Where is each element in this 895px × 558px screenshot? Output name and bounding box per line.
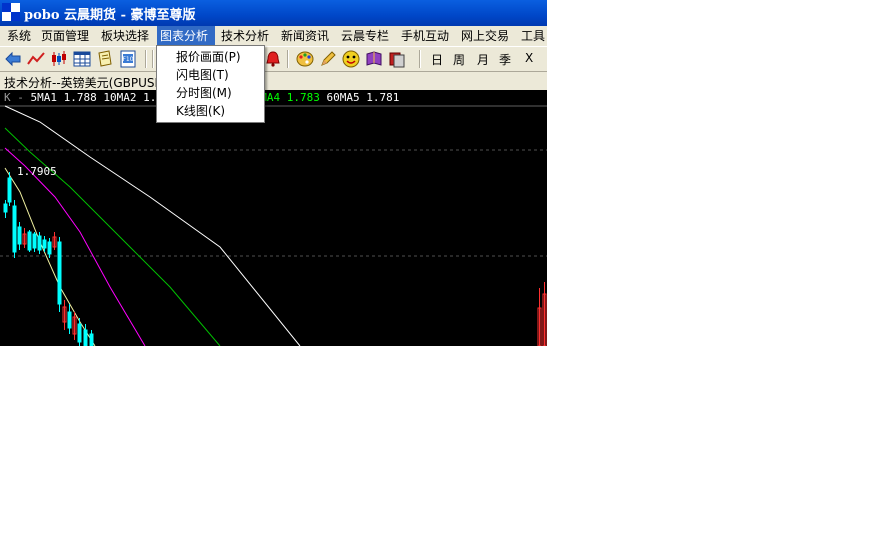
- kline-chart-panel[interactable]: 技术分析--英镑美元(GBPUSD K - 5MA1 1.788 10MA2 1…: [0, 72, 547, 346]
- dropdown-item-flash[interactable]: 闪电图(T): [176, 66, 229, 84]
- app-window: pobo 云晨期货 - 豪博至尊版 系统 页面管理 板块选择 图表分析 技术分析…: [0, 0, 547, 346]
- chart-grid: [0, 105, 547, 257]
- stack-icon[interactable]: [388, 50, 406, 68]
- toolbar-separator: [419, 50, 421, 68]
- window-title: pobo 云晨期货 - 豪博至尊版: [24, 8, 196, 23]
- menu-mobile[interactable]: 手机互动: [398, 26, 452, 46]
- menu-tech-analysis[interactable]: 技术分析: [218, 26, 272, 46]
- back-arrow-icon[interactable]: [4, 50, 22, 68]
- candle-body: [37, 235, 42, 251]
- menu-chart-analysis[interactable]: 图表分析: [157, 26, 215, 46]
- ma-item-1-value: 1.788: [63, 91, 97, 104]
- candle-body: [32, 233, 37, 249]
- ma-item-4-value: 1.783: [286, 91, 320, 104]
- dropdown-item-kline[interactable]: K线图(K): [176, 102, 225, 120]
- menu-news[interactable]: 新闻资讯: [278, 26, 332, 46]
- period-season-button[interactable]: 季: [499, 51, 511, 68]
- ma-item-5-label: 60MA5: [326, 91, 360, 104]
- period-day-button[interactable]: 日: [431, 51, 443, 68]
- dropdown-item-timeshare[interactable]: 分时图(M): [176, 84, 232, 102]
- candlesticks: [3, 172, 547, 346]
- menu-tools[interactable]: 工具: [518, 26, 547, 46]
- pencil-icon[interactable]: [319, 50, 337, 68]
- kline-chart[interactable]: [0, 72, 547, 346]
- ma-item-2-label: 10MA2: [103, 91, 137, 104]
- book-icon[interactable]: [365, 50, 383, 68]
- candlestick-icon[interactable]: [50, 50, 68, 68]
- candle-body: [42, 239, 47, 249]
- palette-icon[interactable]: [296, 50, 314, 68]
- candle-body: [27, 231, 32, 251]
- candle-body: [17, 226, 22, 245]
- title-bar[interactable]: pobo 云晨期货 - 豪博至尊版: [0, 0, 547, 26]
- close-chart-button[interactable]: X: [525, 51, 533, 65]
- candle-body: [67, 311, 72, 329]
- candle-body: [57, 241, 62, 305]
- ma-line-green: [4, 127, 221, 346]
- chart-title: 技术分析--英镑美元(GBPUSD: [4, 76, 164, 90]
- app-logo-icon: [2, 3, 20, 21]
- toolbar: F10 日 周 月 季 X: [0, 46, 547, 72]
- candle-body: [12, 205, 17, 253]
- ma-line-white: [4, 105, 301, 346]
- candle-body: [83, 329, 88, 346]
- ma-item-5-value: 1.781: [366, 91, 400, 104]
- toolbar-separator: [152, 50, 154, 68]
- alarm-bell-icon[interactable]: [264, 50, 282, 68]
- toolbar-separator: [145, 50, 147, 68]
- candle-body: [3, 203, 8, 213]
- ma-item-1-label: 5MA1: [30, 91, 58, 104]
- dropdown-item-quote[interactable]: 报价画面(P): [176, 48, 241, 66]
- menu-bar: 系统 页面管理 板块选择 图表分析 技术分析 新闻资讯 云晨专栏 手机互动 网上…: [0, 26, 547, 46]
- candle-body: [47, 241, 52, 255]
- notepad-icon[interactable]: [96, 50, 114, 68]
- document-icon[interactable]: F10: [119, 50, 137, 68]
- ma-lines: [4, 105, 301, 346]
- period-month-button[interactable]: 月: [477, 51, 489, 68]
- face-icon[interactable]: [342, 50, 360, 68]
- candle-body: [89, 333, 94, 346]
- line-chart-icon[interactable]: [27, 50, 45, 68]
- menu-page-manage[interactable]: 页面管理: [38, 26, 92, 46]
- menu-sector-select[interactable]: 板块选择: [98, 26, 152, 46]
- ma-prefix: K -: [4, 91, 31, 104]
- menu-column[interactable]: 云晨专栏: [338, 26, 392, 46]
- chart-analysis-dropdown: 报价画面(P) 闪电图(T) 分时图(M) K线图(K): [156, 45, 265, 123]
- chart-header: 技术分析--英镑美元(GBPUSD: [0, 72, 547, 90]
- svg-text:F10: F10: [122, 56, 133, 63]
- toolbar-separator: [287, 50, 289, 68]
- candle-body: [7, 177, 12, 203]
- period-week-button[interactable]: 周: [453, 51, 465, 68]
- high-price-label: 1.7905: [17, 165, 57, 178]
- candle-body: [77, 323, 82, 343]
- menu-online-trade[interactable]: 网上交易: [458, 26, 512, 46]
- grid-table-icon[interactable]: [73, 50, 91, 68]
- menu-system[interactable]: 系统: [4, 26, 34, 46]
